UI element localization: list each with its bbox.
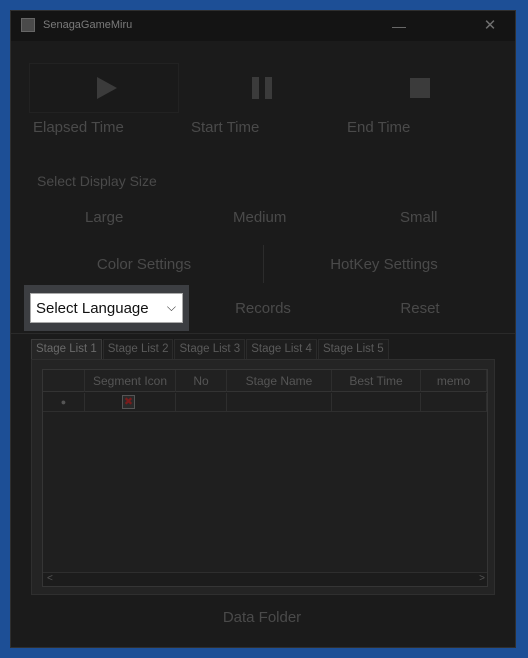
table-row[interactable]: ● ✖ (43, 393, 487, 412)
stage-tabs: Stage List 1 Stage List 2 Stage List 3 S… (31, 339, 390, 360)
broken-image-icon: ✖ (122, 395, 135, 409)
end-time-label: End Time (347, 119, 411, 136)
scroll-left-icon[interactable]: < (47, 573, 53, 584)
tab-stage-list-4[interactable]: Stage List 4 (246, 339, 317, 359)
stage-list-panel: Segment Icon No Stage Name Best Time mem… (31, 359, 495, 595)
divider (11, 333, 515, 334)
pause-button[interactable] (187, 63, 337, 113)
minimize-button[interactable]: — (388, 15, 410, 37)
window-title: SenagaGameMiru (43, 19, 133, 31)
stage-table[interactable]: Segment Icon No Stage Name Best Time mem… (42, 369, 488, 587)
reset-button[interactable]: Reset (345, 289, 495, 327)
records-button[interactable]: Records (191, 289, 335, 327)
segment-icon-cell[interactable]: ✖ (85, 393, 176, 412)
pause-icon (252, 77, 272, 99)
size-large-option[interactable]: Large (85, 209, 123, 226)
column-header-best-time[interactable]: Best Time (332, 370, 421, 392)
title-bar: SenagaGameMiru — ✕ (11, 11, 515, 41)
stop-button[interactable] (345, 63, 495, 113)
app-window: SenagaGameMiru — ✕ Elapsed Time Start Ti… (10, 10, 516, 648)
play-button[interactable] (29, 63, 179, 113)
language-select[interactable]: Select Language ⌵ (30, 293, 183, 323)
play-icon (97, 77, 117, 99)
color-settings-button[interactable]: Color Settings (29, 246, 259, 282)
app-icon (21, 18, 35, 32)
column-header-stage-name[interactable]: Stage Name (227, 370, 332, 392)
elapsed-time-label: Elapsed Time (33, 119, 124, 136)
chevron-down-icon: ⌵ (166, 300, 176, 314)
column-header-select[interactable] (43, 370, 85, 392)
horizontal-scrollbar[interactable]: < > (43, 572, 487, 586)
start-time-label: Start Time (191, 119, 260, 136)
size-small-option[interactable]: Small (400, 209, 438, 226)
stop-icon (410, 78, 430, 98)
column-header-segment-icon[interactable]: Segment Icon (85, 370, 176, 392)
stage-name-cell[interactable] (227, 393, 332, 412)
scroll-right-icon[interactable]: > (479, 573, 485, 584)
tab-stage-list-1[interactable]: Stage List 1 (31, 339, 102, 360)
tab-stage-list-2[interactable]: Stage List 2 (102, 339, 174, 359)
tab-stage-list-5[interactable]: Stage List 5 (317, 339, 389, 359)
column-header-no[interactable]: No (176, 370, 227, 392)
data-folder-button[interactable]: Data Folder (187, 605, 337, 629)
memo-cell[interactable] (421, 393, 487, 412)
best-time-cell[interactable] (332, 393, 421, 412)
divider (263, 245, 264, 283)
display-size-label: Select Display Size (37, 173, 157, 189)
tab-stage-list-3[interactable]: Stage List 3 (174, 339, 246, 359)
close-button[interactable]: ✕ (479, 15, 501, 37)
table-header: Segment Icon No Stage Name Best Time mem… (43, 370, 487, 392)
language-select-value: Select Language (36, 299, 149, 317)
language-panel: Select Language ⌵ (24, 285, 189, 331)
row-marker: ● (43, 393, 85, 412)
no-cell[interactable] (176, 393, 227, 412)
hotkey-settings-button[interactable]: HotKey Settings (269, 246, 499, 282)
size-medium-option[interactable]: Medium (233, 209, 286, 226)
column-header-memo[interactable]: memo (421, 370, 487, 392)
